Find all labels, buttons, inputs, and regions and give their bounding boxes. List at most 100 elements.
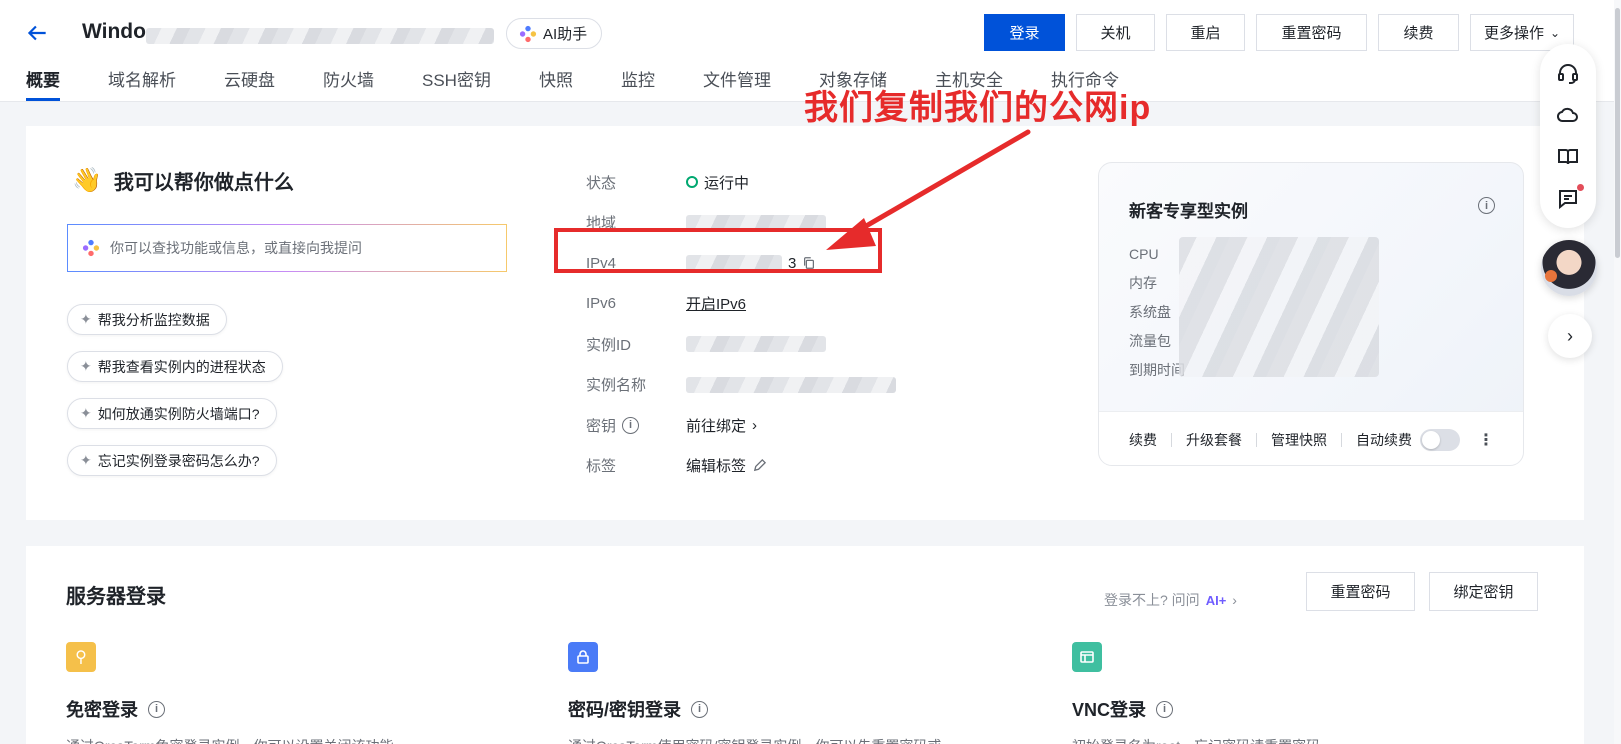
assistant-heading: 👋 我可以帮你做点什么 — [72, 166, 294, 195]
suggestion-chip[interactable]: ✦ 帮我分析监控数据 — [67, 304, 227, 335]
reset-password-button[interactable]: 重置密码 — [1256, 14, 1367, 51]
promo-footer: 续费 升级套餐 管理快照 自动续费 ⋮ — [1099, 411, 1523, 465]
edit-tags-label: 编辑标签 — [686, 458, 747, 476]
spec-system-disk: 系统盘 — [1129, 303, 1171, 320]
feedback-icon[interactable] — [1556, 184, 1584, 211]
assistant-search-input[interactable]: 你可以查找功能或信息，或直接向我提问 — [67, 224, 507, 272]
redacted-title — [146, 28, 494, 44]
auto-renew-toggle[interactable] — [1420, 428, 1460, 451]
scrollbar-thumb[interactable] — [1615, 8, 1620, 258]
divider — [1341, 432, 1342, 447]
pencil-icon — [753, 459, 767, 472]
headset-icon[interactable] — [1556, 61, 1580, 85]
ai-assistant-label: AI助手 — [543, 26, 588, 43]
instance-title: Windo — [82, 20, 146, 43]
shutdown-button[interactable]: 关机 — [1076, 14, 1155, 51]
tab-file-manager[interactable]: 文件管理 — [703, 66, 771, 100]
cloud-bell-icon[interactable] — [1556, 103, 1580, 127]
suggestion-chip[interactable]: ✦ 忘记实例登录密码怎么办? — [67, 445, 277, 476]
ipv6-label: IPv6 — [586, 295, 617, 313]
renew-button[interactable]: 续费 — [1378, 14, 1459, 51]
tab-dns[interactable]: 域名解析 — [108, 66, 176, 100]
running-status-icon — [686, 176, 698, 189]
redacted-promo-values — [1179, 237, 1379, 377]
bind-key-link[interactable]: 前往绑定 › — [686, 415, 757, 436]
edit-tags-link[interactable]: 编辑标签 — [686, 455, 767, 476]
login-method-vnc: VNC登录 i 初始登录名为root，忘记密码请重置密码 — [1072, 642, 1320, 744]
info-icon[interactable]: i — [1478, 197, 1495, 214]
promo-renew-link[interactable]: 续费 — [1129, 430, 1157, 450]
info-row-status: 状态 运行中 — [586, 162, 896, 203]
overview-card: 👋 我可以帮你做点什么 你可以查找功能或信息，或直接向我提问 ✦ 帮我分析监控数据… — [26, 126, 1584, 520]
chevron-right-icon[interactable]: › — [1548, 314, 1592, 358]
tab-overview[interactable]: 概要 — [26, 66, 60, 101]
suggestion-chip[interactable]: ✦ 帮我查看实例内的进程状态 — [67, 351, 283, 382]
key-label: 密钥 — [586, 417, 617, 435]
suggestion-label: 忘记实例登录密码怎么办? — [97, 452, 260, 469]
assistant-title: 我可以帮你做点什么 — [113, 172, 294, 194]
divider — [1171, 432, 1172, 447]
spec-cpu: CPU — [1129, 245, 1159, 262]
tab-snapshot[interactable]: 快照 — [539, 66, 573, 100]
waving-hand-icon: 👋 — [72, 167, 102, 194]
instance-id-label: 实例ID — [586, 336, 632, 354]
upgrade-plan-link[interactable]: 升级套餐 — [1186, 430, 1242, 450]
spec-memory: 内存 — [1129, 274, 1157, 291]
login-action-buttons: 重置密码 绑定密钥 — [1306, 572, 1538, 611]
chevron-right-icon: › — [1232, 592, 1237, 608]
reset-password-button[interactable]: 重置密码 — [1306, 572, 1415, 611]
suggestion-label: 帮我分析监控数据 — [97, 311, 210, 328]
tab-cloud-disk[interactable]: 云硬盘 — [224, 66, 275, 100]
tab-ssh-key[interactable]: SSH密钥 — [422, 66, 491, 100]
ai-assistant-button[interactable]: AI助手 — [506, 18, 603, 49]
info-icon[interactable]: i — [691, 700, 709, 718]
manage-snapshot-link[interactable]: 管理快照 — [1271, 430, 1327, 450]
chevron-down-icon: ⌄ — [1549, 25, 1561, 40]
login-method-title: 免密登录 — [66, 700, 138, 720]
info-icon[interactable]: i — [148, 700, 165, 718]
info-icon[interactable]: i — [1156, 700, 1174, 718]
info-icon[interactable]: i — [622, 416, 640, 434]
restart-button[interactable]: 重启 — [1166, 14, 1245, 51]
page-scrollbar[interactable] — [1614, 0, 1621, 744]
promo-card: 新客专享型实例 i CPU 内存 系统盘 流量包 到期时间 续费 升级套餐 管理… — [1098, 162, 1524, 466]
info-row-key: 密钥 i 前往绑定 › — [586, 405, 896, 446]
sparkle-icon: ✦ — [80, 405, 92, 421]
enable-ipv6-link[interactable]: 开启IPv6 — [686, 293, 746, 314]
sparkle-icon: ✦ — [80, 311, 92, 327]
suggestion-label: 如何放通实例防火墙端口? — [97, 405, 260, 422]
instance-name-label: 实例名称 — [586, 377, 647, 395]
vnc-icon — [1072, 642, 1102, 672]
login-method-password: 密码/密钥登录 i 通过OrcaTerm使用密码/密钥登录实例，你可以先重置密码或 — [568, 642, 941, 744]
bind-key-button[interactable]: 绑定密钥 — [1429, 572, 1538, 611]
more-actions-label: 更多操作 — [1483, 25, 1544, 42]
info-row-tags: 标签 编辑标签 — [586, 446, 896, 487]
tags-label: 标签 — [586, 458, 617, 476]
back-arrow-icon[interactable] — [24, 20, 50, 46]
login-method-passwordless: ⚲ 免密登录 i 通过OrcaTerm免密登录实例，你可以设置关闭该功能 — [66, 642, 393, 744]
instance-info: 状态 运行中 地域 IPv4 3 IPv6 开启IPv6 实例ID 实例名称 密… — [586, 162, 896, 486]
login-button[interactable]: 登录 — [984, 14, 1065, 51]
login-method-title: 密码/密钥登录 — [568, 700, 682, 720]
assistant-avatar[interactable] — [1541, 240, 1597, 296]
notification-dot — [1577, 184, 1584, 191]
more-vertical-icon[interactable]: ⋮ — [1478, 430, 1494, 450]
redacted-instance-name — [686, 376, 896, 393]
promo-spec-list: CPU 内存 系统盘 流量包 到期时间 — [1129, 239, 1185, 384]
book-icon[interactable] — [1556, 145, 1580, 169]
tab-firewall[interactable]: 防火墙 — [323, 66, 374, 100]
ask-ai-link[interactable]: 登录不上? 问问 AI+ › — [1104, 590, 1237, 610]
annotation-text: 我们复制我们的公网ip — [804, 89, 1152, 127]
tab-monitor[interactable]: 监控 — [621, 66, 655, 100]
redacted-instance-id — [686, 336, 826, 353]
ai-logo-icon — [82, 239, 100, 257]
ipv4-highlight-box — [554, 228, 882, 273]
server-login-title: 服务器登录 — [66, 586, 166, 608]
suggestion-label: 帮我查看实例内的进程状态 — [97, 358, 266, 375]
floating-toolbar — [1540, 44, 1596, 228]
spec-expiry: 到期时间 — [1129, 361, 1185, 378]
login-method-desc: 初始登录名为root，忘记密码请重置密码 — [1072, 736, 1320, 744]
suggestion-chip[interactable]: ✦ 如何放通实例防火墙端口? — [67, 398, 277, 429]
info-row-ipv6: IPv6 开启IPv6 — [586, 284, 896, 325]
auto-renew-label: 自动续费 — [1356, 431, 1412, 448]
